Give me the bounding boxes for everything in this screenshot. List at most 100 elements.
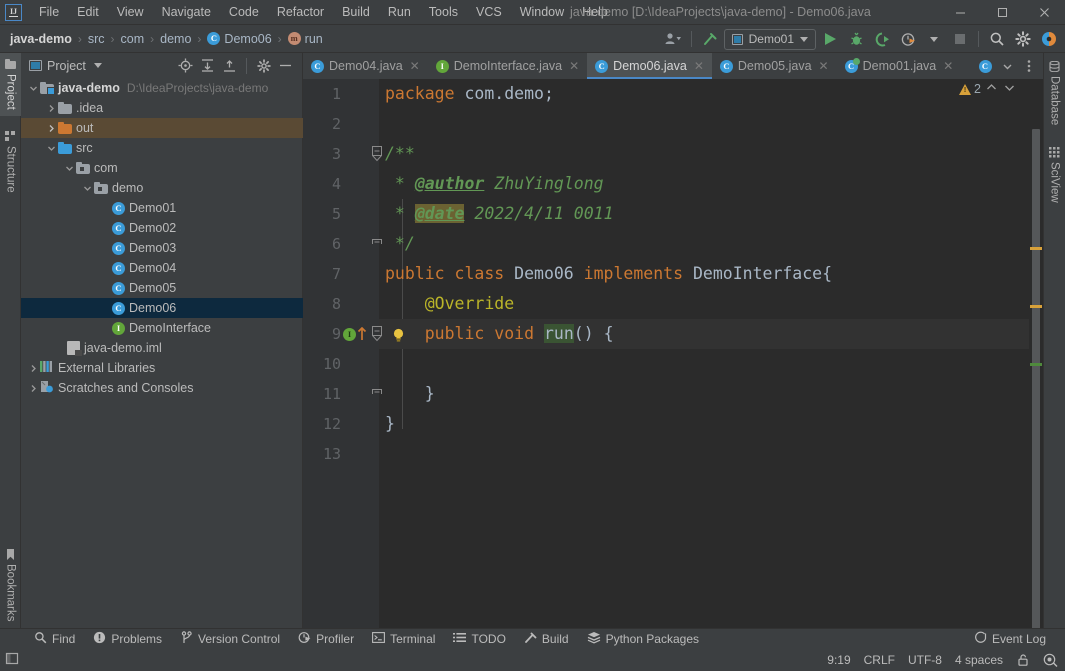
chevron-right-icon[interactable] — [27, 378, 40, 398]
bottom-item-python-packages[interactable]: Python Packages — [578, 629, 708, 650]
breadcrumb-item-class[interactable]: C Demo06 — [205, 30, 273, 48]
locate-icon[interactable] — [176, 56, 195, 75]
ide-assistant-icon[interactable] — [1037, 28, 1061, 50]
breadcrumb-item-src[interactable]: src — [86, 30, 107, 48]
lock-icon[interactable] — [1016, 653, 1030, 667]
run-configuration-selector[interactable]: Demo01 — [723, 28, 816, 50]
chevron-right-icon[interactable] — [45, 118, 58, 138]
warning-marker[interactable] — [1030, 305, 1042, 308]
tree-row-demo05[interactable]: C Demo05 — [21, 278, 303, 298]
breadcrumb-item-project[interactable]: java-demo — [8, 30, 74, 48]
sidebar-item-structure[interactable]: Structure — [0, 125, 21, 199]
project-tree[interactable]: java-demo D:\IdeaProjects\java-demo .ide… — [21, 78, 303, 628]
breadcrumb-item-method[interactable]: m run — [286, 30, 325, 48]
sidebar-item-project[interactable]: Project — [0, 53, 21, 116]
bottom-item-problems[interactable]: Problems — [84, 629, 171, 650]
close-button[interactable] — [1023, 0, 1065, 25]
settings-gear-icon[interactable] — [1011, 28, 1035, 50]
breadcrumb-item-com[interactable]: com — [119, 30, 147, 48]
tree-row-scratches[interactable]: Scratches and Consoles — [21, 378, 303, 398]
bottom-item-version-control[interactable]: Version Control — [171, 629, 289, 650]
bottom-item-profiler[interactable]: Profiler — [289, 629, 363, 650]
tree-row-demo01[interactable]: C Demo01 — [21, 198, 303, 218]
stop-icon[interactable] — [948, 28, 972, 50]
tab-demo04-java[interactable]: C Demo04.java ✕ — [303, 53, 428, 79]
tab-demo01-java[interactable]: C Demo01.java ✕ — [837, 53, 962, 79]
fold-marker-expanded-icon[interactable] — [372, 326, 383, 342]
tab-demo06-java[interactable]: C Demo06.java ✕ — [587, 53, 712, 79]
menu-edit[interactable]: Edit — [68, 2, 108, 22]
fold-marker-end-icon[interactable] — [372, 388, 383, 400]
menu-window[interactable]: Window — [511, 2, 573, 22]
expand-all-icon[interactable] — [198, 56, 217, 75]
run-icon[interactable] — [818, 28, 842, 50]
close-icon[interactable]: ✕ — [569, 59, 579, 73]
menu-file[interactable]: File — [30, 2, 68, 22]
menu-view[interactable]: View — [108, 2, 153, 22]
tree-row-demo06[interactable]: C Demo06 — [21, 298, 303, 318]
project-panel-title-dropdown[interactable]: Project — [29, 59, 102, 73]
change-marker[interactable] — [1030, 363, 1042, 366]
tree-row-demo02[interactable]: C Demo02 — [21, 218, 303, 238]
breadcrumb-item-demo[interactable]: demo — [158, 30, 193, 48]
tree-row-demo03[interactable]: C Demo03 — [21, 238, 303, 258]
caret-position[interactable]: 9:19 — [827, 653, 850, 667]
fold-marker-end-icon[interactable] — [372, 238, 383, 250]
tree-row-external-libraries[interactable]: External Libraries — [21, 358, 303, 378]
menu-build[interactable]: Build — [333, 2, 379, 22]
hide-panel-icon[interactable] — [276, 56, 295, 75]
tree-row-out[interactable]: out — [21, 118, 303, 138]
settings-gear-icon[interactable] — [254, 56, 273, 75]
build-hammer-icon[interactable] — [698, 28, 722, 50]
implementing-method-marker-icon[interactable]: I — [343, 327, 367, 341]
menu-run[interactable]: Run — [379, 2, 420, 22]
menu-code[interactable]: Code — [220, 2, 268, 22]
show-tool-windows-icon[interactable] — [5, 651, 20, 669]
sidebar-item-database[interactable]: Database — [1044, 55, 1065, 131]
file-encoding[interactable]: UTF-8 — [908, 653, 942, 667]
code-editor[interactable]: 1 package com.demo; 2 3 /** 4 * @author … — [303, 79, 1043, 628]
chevron-right-icon[interactable] — [45, 98, 58, 118]
menu-navigate[interactable]: Navigate — [153, 2, 220, 22]
collapse-all-icon[interactable] — [220, 56, 239, 75]
chevron-right-icon[interactable] — [27, 358, 40, 378]
tree-row-demo04[interactable]: C Demo04 — [21, 258, 303, 278]
run-coverage-icon[interactable] — [870, 28, 894, 50]
next-problem-icon[interactable] — [1002, 83, 1017, 95]
tab-demo05-java[interactable]: C Demo05.java ✕ — [712, 53, 837, 79]
kebab-menu-icon[interactable] — [1019, 56, 1039, 76]
inspection-widget-icon[interactable] — [1043, 653, 1058, 667]
previous-problem-icon[interactable] — [984, 83, 999, 95]
chevron-down-icon[interactable] — [45, 138, 58, 158]
bottom-item-terminal[interactable]: Terminal — [363, 629, 444, 650]
line-separator[interactable]: CRLF — [864, 653, 895, 667]
tree-row-java-demo[interactable]: java-demo D:\IdeaProjects\java-demo — [21, 78, 303, 98]
tree-row-com[interactable]: com — [21, 158, 303, 178]
sidebar-item-sciview[interactable]: SciView — [1044, 141, 1065, 209]
tree-row-idea[interactable]: .idea — [21, 98, 303, 118]
bottom-item-find[interactable]: Find — [25, 629, 84, 650]
close-icon[interactable]: ✕ — [943, 59, 953, 73]
menu-tools[interactable]: Tools — [420, 2, 467, 22]
maximize-button[interactable] — [981, 0, 1023, 25]
debug-icon[interactable] — [844, 28, 868, 50]
tree-row-src[interactable]: src — [21, 138, 303, 158]
close-icon[interactable]: ✕ — [410, 59, 420, 73]
close-icon[interactable]: ✕ — [819, 59, 829, 73]
tree-row-demointerface[interactable]: I DemoInterface — [21, 318, 303, 338]
tab-demointerface-java[interactable]: I DemoInterface.java ✕ — [428, 53, 587, 79]
user-avatar-icon[interactable] — [661, 28, 685, 50]
profiler-icon[interactable] — [896, 28, 920, 50]
fold-marker-expanded-icon[interactable] — [372, 146, 383, 162]
bottom-item-todo[interactable]: TODO — [444, 629, 514, 650]
search-everywhere-icon[interactable] — [985, 28, 1009, 50]
menu-refactor[interactable]: Refactor — [268, 2, 333, 22]
bottom-item-build[interactable]: Build — [515, 629, 578, 650]
inspection-widget[interactable]: 2 — [959, 82, 1017, 96]
chevron-down-icon[interactable] — [81, 178, 94, 198]
close-icon[interactable]: ✕ — [694, 59, 704, 73]
scrollbar-thumb[interactable] — [1032, 129, 1040, 628]
chevron-down-icon[interactable] — [27, 78, 40, 98]
warning-marker[interactable] — [1030, 247, 1042, 250]
tree-row-iml-file[interactable]: java-demo.iml — [21, 338, 303, 358]
